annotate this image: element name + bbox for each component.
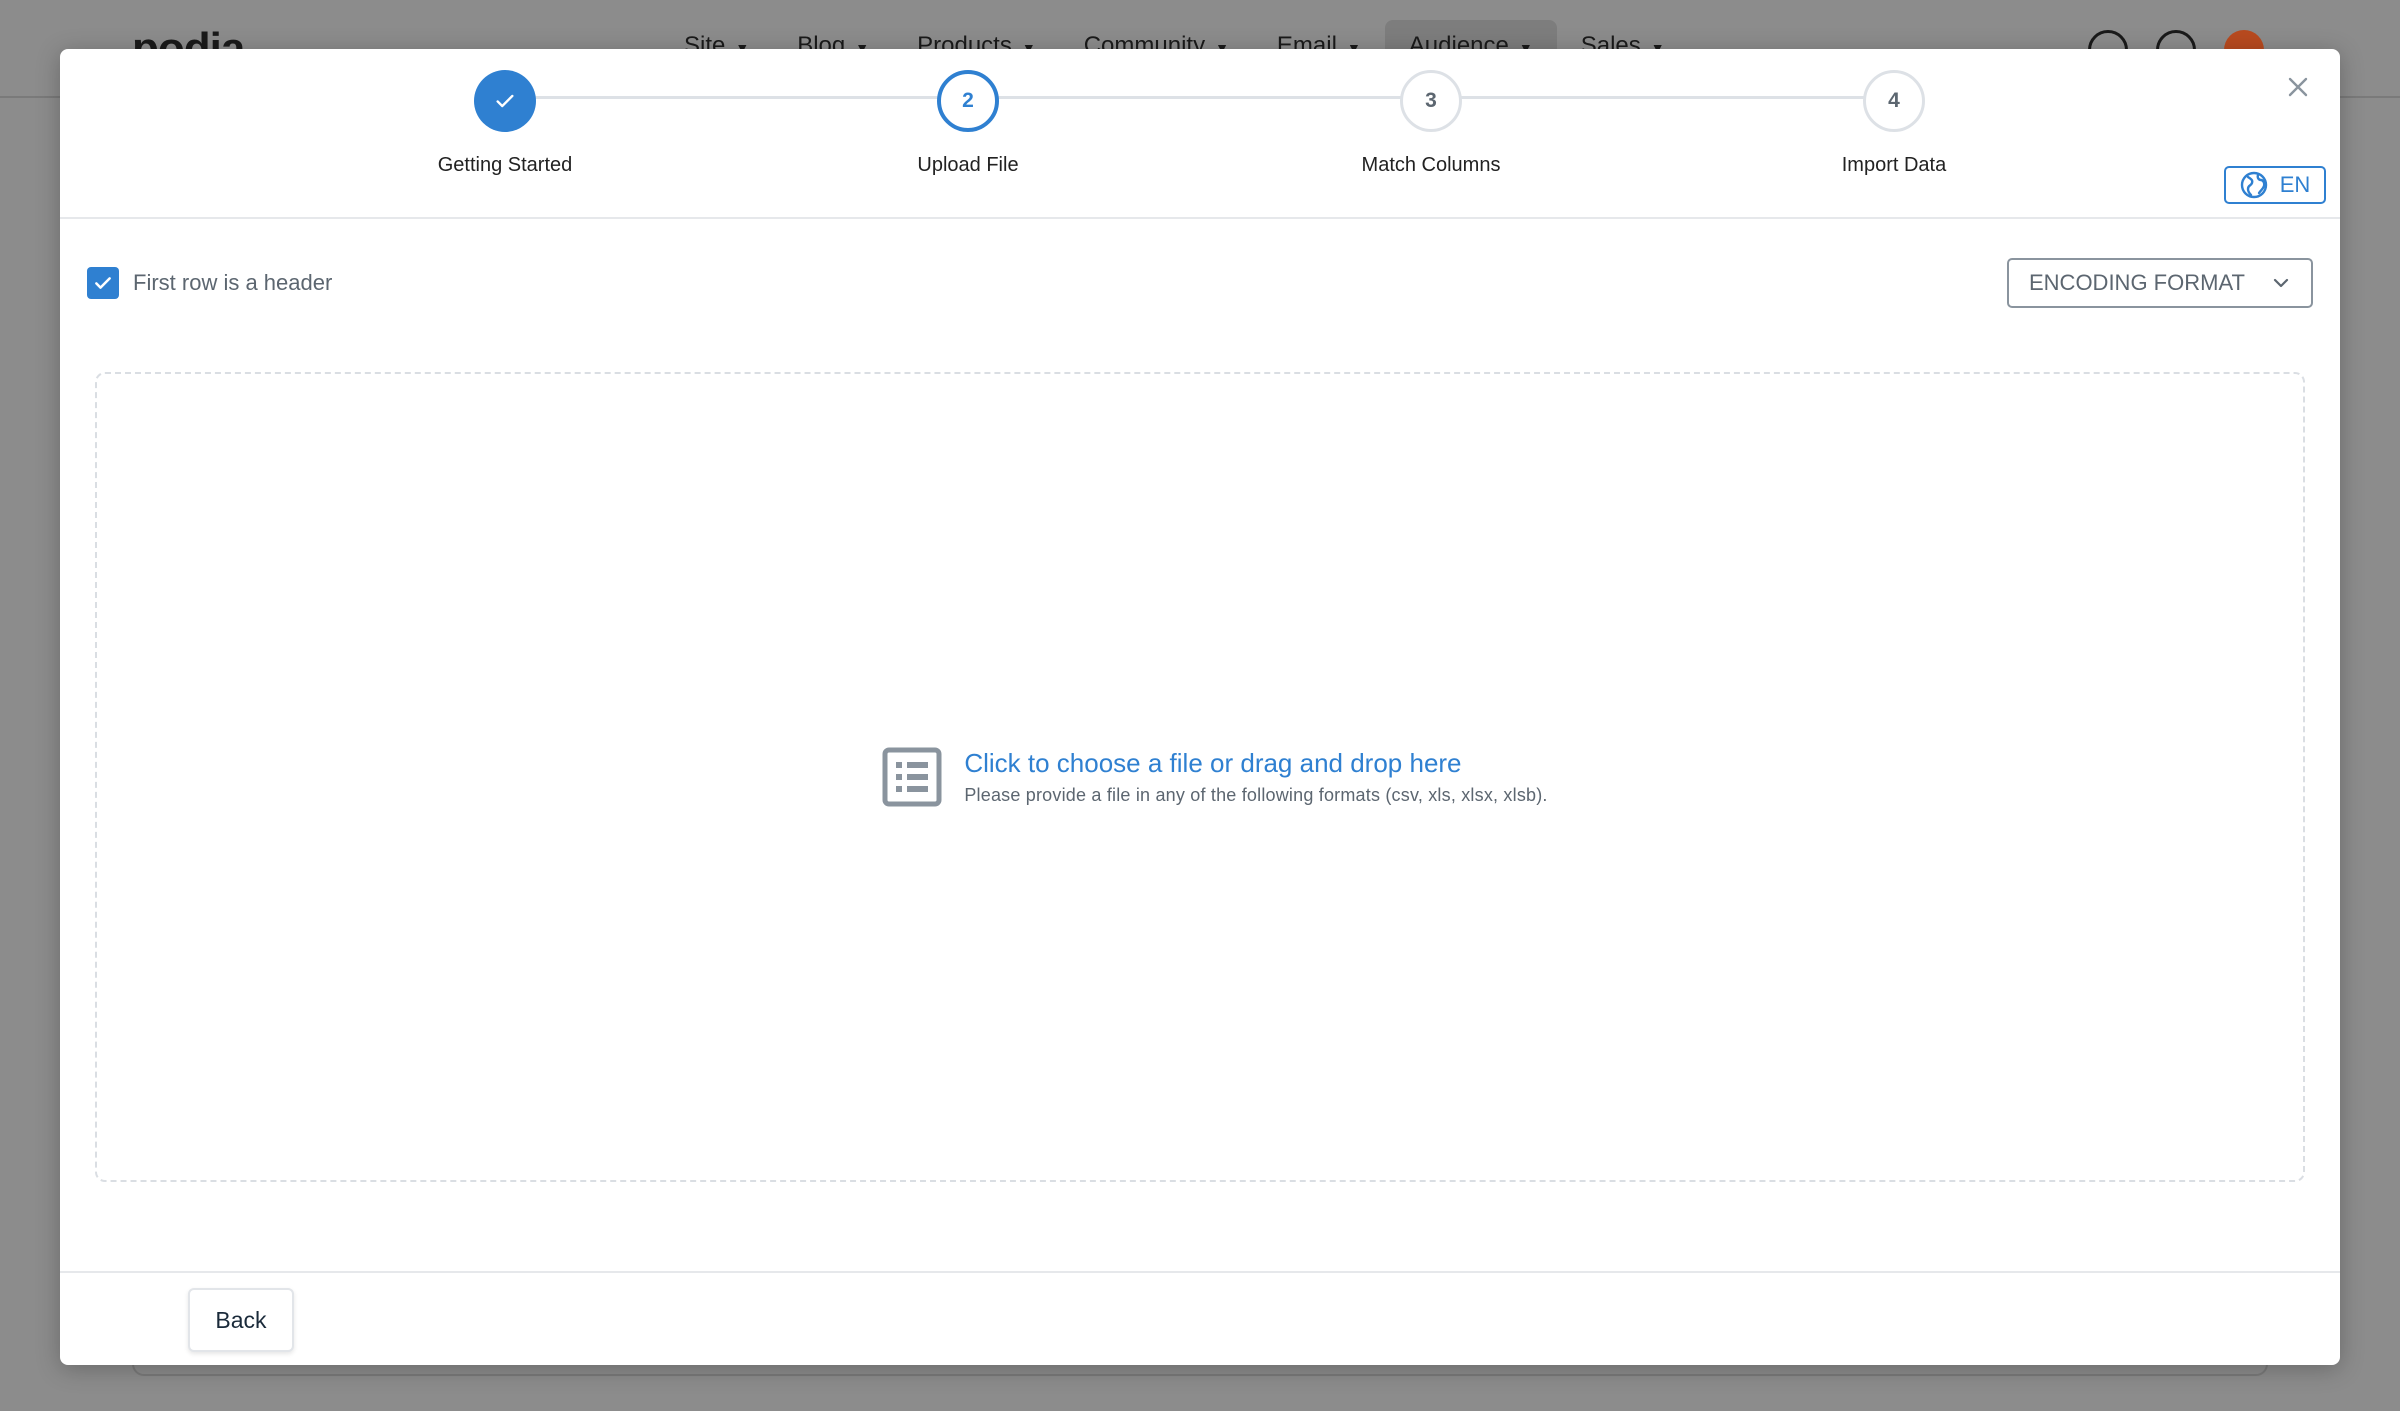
first-row-header-checkbox[interactable] bbox=[87, 267, 119, 299]
dropzone-text: Click to choose a file or drag and drop … bbox=[964, 748, 1547, 806]
step-label: Import Data bbox=[1841, 154, 1947, 176]
dropzone-prompt: Click to choose a file or drag and drop … bbox=[882, 747, 1547, 807]
close-button[interactable] bbox=[2278, 67, 2318, 107]
language-button[interactable]: EN bbox=[2224, 166, 2326, 204]
step-label: Getting Started bbox=[437, 154, 573, 176]
back-button[interactable]: Back bbox=[188, 1288, 294, 1352]
chevron-down-icon bbox=[2273, 278, 2289, 288]
stepper: Getting Started 2 Upload File 3 Match Co… bbox=[60, 49, 2340, 219]
globe-icon bbox=[2240, 171, 2267, 199]
step-label: Match Columns bbox=[1361, 154, 1501, 176]
import-modal: Getting Started 2 Upload File 3 Match Co… bbox=[60, 49, 2340, 1365]
step-number: 2 bbox=[937, 70, 999, 132]
step-match-columns: 3 Match Columns bbox=[1281, 70, 1581, 177]
language-label: EN bbox=[2279, 172, 2311, 197]
checkbox-label: First row is a header bbox=[133, 270, 333, 295]
step-getting-started: Getting Started bbox=[355, 70, 655, 177]
dropzone-subtitle: Please provide a file in any of the foll… bbox=[964, 785, 1548, 805]
check-icon bbox=[95, 277, 111, 289]
file-dropzone[interactable]: Click to choose a file or drag and drop … bbox=[95, 372, 2305, 1182]
step-number: 4 bbox=[1863, 70, 1925, 132]
encoding-format-select[interactable]: ENCODING FORMAT bbox=[2007, 258, 2313, 308]
step-number: 3 bbox=[1400, 70, 1462, 132]
header-checkbox-row[interactable]: First row is a header bbox=[87, 267, 332, 299]
close-icon bbox=[2288, 77, 2308, 97]
step-upload-file: 2 Upload File bbox=[818, 70, 1118, 177]
upload-content: First row is a header ENCODING FORMAT Cl… bbox=[60, 219, 2340, 1274]
encoding-label: ENCODING FORMAT bbox=[2029, 270, 2245, 295]
dropzone-title[interactable]: Click to choose a file or drag and drop … bbox=[964, 748, 1547, 779]
step-label: Upload File bbox=[917, 154, 1019, 176]
check-icon bbox=[474, 70, 536, 132]
modal-footer: Back bbox=[60, 1271, 2340, 1365]
step-import-data: 4 Import Data bbox=[1744, 70, 2044, 177]
file-list-icon bbox=[882, 747, 942, 807]
